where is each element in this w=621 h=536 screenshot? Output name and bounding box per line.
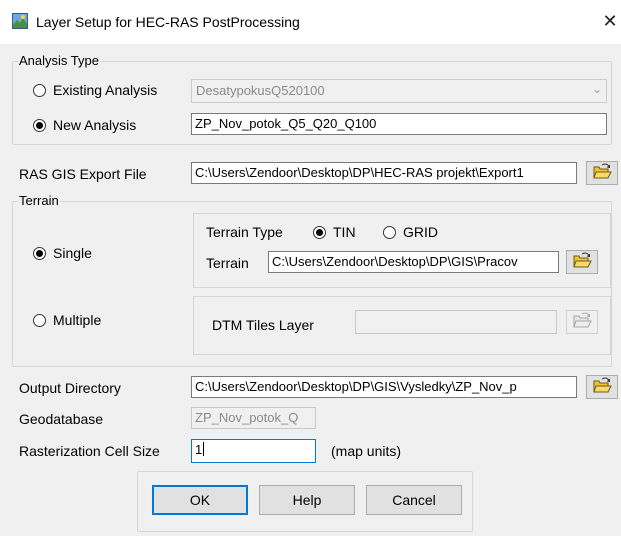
map-units-label: (map units): [331, 443, 402, 459]
window-title: Layer Setup for HEC-RAS PostProcessing: [36, 14, 300, 30]
dtm-tiles-browse-button[interactable]: [566, 310, 598, 334]
tin-label[interactable]: TIN: [333, 224, 356, 240]
terrain-browse-button[interactable]: [566, 250, 598, 274]
existing-analysis-label[interactable]: Existing Analysis: [53, 82, 157, 98]
title-bar: Layer Setup for HEC-RAS PostProcessing ✕: [0, 0, 621, 44]
cell-size-label: Rasterization Cell Size: [19, 443, 160, 459]
cell-size-input[interactable]: 1: [191, 439, 316, 463]
existing-analysis-value: DesatypokusQ520100: [196, 83, 325, 98]
terrain-label: Terrain: [206, 255, 249, 271]
cell-size-value: 1: [195, 442, 203, 457]
folder-open-icon: [593, 377, 612, 393]
folder-open-icon: [593, 163, 612, 179]
multiple-terrain-radio[interactable]: [33, 314, 46, 327]
grid-radio[interactable]: [383, 226, 396, 239]
terrain-input[interactable]: C:\Users\Zendoor\Desktop\DP\GIS\Pracov: [268, 251, 559, 273]
ras-export-input[interactable]: C:\Users\Zendoor\Desktop\DP\HEC-RAS proj…: [191, 162, 577, 184]
new-analysis-input[interactable]: ZP_Nov_potok_Q5_Q20_Q100: [191, 113, 607, 135]
output-directory-input[interactable]: C:\Users\Zendoor\Desktop\DP\GIS\Vysledky…: [191, 376, 577, 398]
tin-radio[interactable]: [313, 226, 326, 239]
geodatabase-input: ZP_Nov_potok_Q: [191, 407, 316, 429]
ok-button[interactable]: OK: [152, 485, 248, 515]
dtm-tiles-label: DTM Tiles Layer: [212, 317, 314, 333]
output-directory-label: Output Directory: [19, 380, 121, 396]
terrain-legend: Terrain: [18, 193, 60, 208]
single-terrain-radio[interactable]: [33, 247, 46, 260]
chevron-down-icon: ⌄: [591, 82, 602, 96]
new-analysis-label[interactable]: New Analysis: [53, 117, 136, 133]
ras-export-browse-button[interactable]: [586, 161, 618, 185]
grid-label[interactable]: GRID: [403, 224, 438, 240]
new-analysis-radio[interactable]: [33, 119, 46, 132]
geodatabase-label: Geodatabase: [19, 411, 104, 427]
existing-analysis-dropdown[interactable]: DesatypokusQ520100 ⌄: [191, 79, 607, 103]
app-icon: [12, 13, 28, 29]
text-cursor: [203, 442, 205, 456]
folder-open-icon: [573, 252, 592, 268]
multiple-terrain-label[interactable]: Multiple: [53, 312, 101, 328]
folder-open-icon: [573, 312, 592, 328]
single-terrain-label[interactable]: Single: [53, 245, 92, 261]
help-button[interactable]: Help: [259, 485, 355, 515]
dtm-tiles-input[interactable]: [355, 310, 557, 334]
cancel-button[interactable]: Cancel: [366, 485, 462, 515]
terrain-type-label: Terrain Type: [206, 224, 283, 240]
ras-export-label: RAS GIS Export File: [19, 166, 147, 182]
output-directory-browse-button[interactable]: [586, 375, 618, 399]
analysis-type-legend: Analysis Type: [18, 53, 100, 68]
dialog-body: Analysis Type Existing Analysis Desatypo…: [0, 44, 621, 536]
close-icon[interactable]: ✕: [600, 10, 620, 32]
existing-analysis-radio[interactable]: [33, 84, 46, 97]
